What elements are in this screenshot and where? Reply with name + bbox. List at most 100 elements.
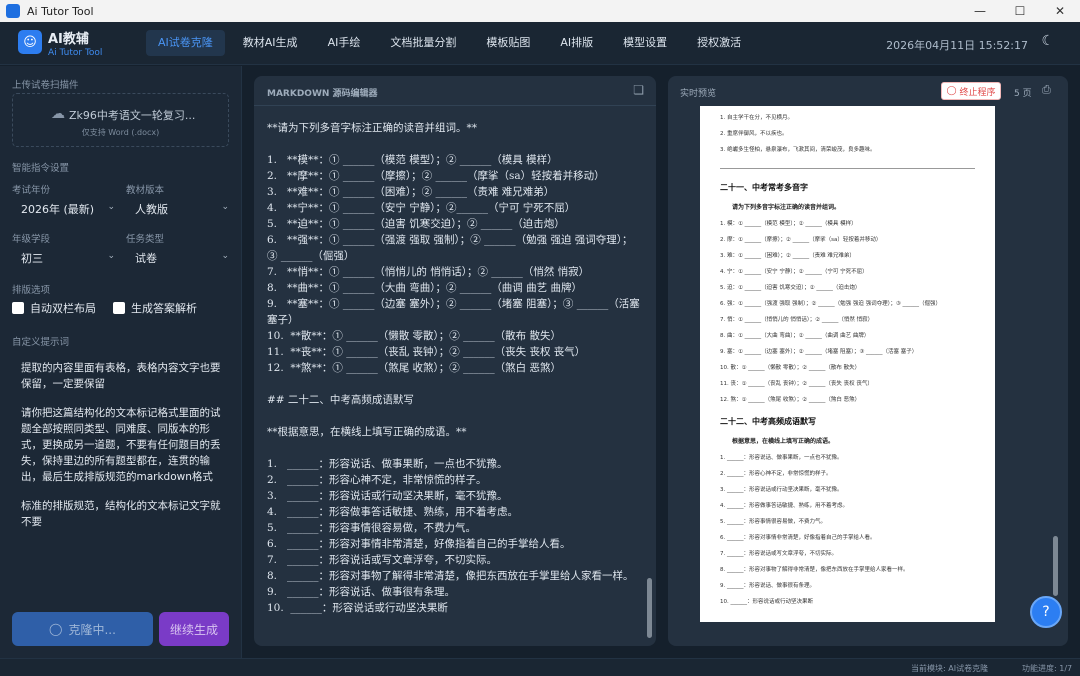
prompt-paragraph: 标准的排版规范，结构化的文本标记文字就不要 — [21, 500, 221, 528]
upload-filename: Zk96中考语文一轮复习... — [69, 109, 196, 122]
current-module: 当前模块: AI试卷克隆 — [911, 664, 989, 673]
two-column-checkbox[interactable]: 自动双栏布局 — [12, 300, 96, 316]
page-line: 10. ______：形容说话或行动坚决果断 — [720, 599, 813, 605]
page-line: 3. 绝巘多生怪柏，悬泉瀑布，飞漱其间，清荣峻茂，良多趣味。 — [720, 147, 876, 153]
answer-analysis-checkbox[interactable]: 生成答案解析 — [113, 300, 197, 316]
task-select[interactable]: 试卷 ⌄ — [135, 250, 229, 266]
upload-icon: ☁ — [51, 106, 65, 122]
editor-content[interactable]: **请为下列多音字标注正确的读音并组词。** 1. **模**：① ______（… — [267, 120, 643, 616]
editor-line: 4. **宁**：① ______（安宁 宁静）；②______（宁可 宁死不屈… — [267, 202, 576, 214]
editor-line: 9. ______：形容说话、做事很有条理。 — [267, 586, 456, 598]
clock: 2026年04月11日 15:52:17 — [886, 39, 1028, 52]
answer-analysis-label: 生成答案解析 — [131, 302, 197, 315]
markdown-editor[interactable]: MARKDOWN 源码编辑器 ❏ **请为下列多音字标注正确的读音并组词。** 1… — [254, 76, 656, 646]
nav-item[interactable]: 教材AI生成 — [231, 30, 310, 56]
continue-button-label: 继续生成 — [169, 622, 218, 637]
window-titlebar: Ai Tutor Tool — ☐ ✕ — [0, 0, 1080, 22]
page-line: 5. ______：形容事情很容易做，不费力气。 — [720, 519, 826, 525]
spinner-icon: ◯ — [49, 622, 63, 636]
app-header: ☺ AI教辅 Ai Tutor Tool AI试卷克隆 教材AI生成 AI手绘 文档批… — [0, 22, 1080, 65]
theme-moon-icon[interactable]: ☾ — [1041, 33, 1054, 49]
page-line: 8. 曲：① ______（大曲 弯曲）；② ______（曲调 曲艺 曲牌） — [720, 333, 870, 339]
nav-item[interactable]: 授权激活 — [685, 30, 753, 56]
close-icon[interactable]: ✕ — [1040, 0, 1080, 22]
feature-progress: 功能进度: 1/7 — [1022, 664, 1073, 673]
continue-button[interactable]: 继续生成 — [159, 612, 229, 646]
preview-title: 实时预览 — [680, 89, 717, 99]
page-line: 2. 重席伴御风，不以疾也。 — [720, 131, 788, 137]
page-line: 6. ______：形容对事情非常清楚，好像指着自己的手掌给人看。 — [720, 535, 876, 541]
editor-scroll-thumb[interactable] — [647, 578, 652, 638]
chevron-down-icon: ⌄ — [221, 202, 229, 212]
year-value: 2026年 (最新) — [21, 203, 95, 216]
year-select[interactable]: 2026年 (最新) ⌄ — [21, 201, 115, 217]
page-line: 8. ______：形容对事物了解得非常清楚，像把东西放在手掌里给人家看一样。 — [720, 567, 909, 573]
top-nav: AI试卷克隆 教材AI生成 AI手绘 文档批量分割 模板贴图 AI排版 模型设置 授权激活 — [146, 30, 759, 56]
layout-options-label: 排版选项 — [12, 285, 51, 296]
editor-line: 1. ______：形容说话、做事果断，一点也不犹豫。 — [267, 458, 508, 470]
chevron-down-icon: ⌄ — [107, 202, 115, 212]
page-line: 3. 难：① ______（困难）；② ______（责难 难兄难弟） — [720, 253, 855, 259]
edition-select[interactable]: 人教版 ⌄ — [135, 201, 229, 217]
smart-settings-label: 智能指令设置 — [12, 163, 70, 174]
editor-line: 4. ______：形容做事答话敏捷、熟练，用不着考虑。 — [267, 506, 519, 518]
nav-item[interactable]: AI排版 — [548, 30, 605, 56]
upload-label: 上传试卷扫描件 — [12, 80, 79, 91]
page-line: 11. 丧：① ______（丧乱 丧钟）；② ______（丧失 丧权 丧气） — [720, 381, 873, 387]
nav-item[interactable]: 模板贴图 — [474, 30, 542, 56]
chevron-down-icon: ⌄ — [221, 251, 229, 261]
clone-button[interactable]: ◯ 克隆中... — [12, 612, 153, 646]
editor-header: MARKDOWN 源码编辑器 ❏ — [254, 76, 656, 106]
page-line: 2. ______：形容心神不定，非常惊慌的样子。 — [720, 471, 832, 477]
live-preview: 实时预览 ◯ 终止程序 5 页 ⎙ 1. 自主学干在分，不见横月。 2. 重席伴御… — [668, 76, 1068, 646]
editor-line: 5. **迫**：① ______（迫害 饥寒交迫）；② ______（迫击炮） — [267, 218, 565, 230]
preview-page: 1. 自主学干在分，不见横月。 2. 重席伴御风，不以疾也。 3. 绝巘多生怪柏，悬… — [700, 106, 995, 622]
checkbox-box — [12, 302, 24, 314]
page-line: 9. 塞：① ______（边塞 塞外）；② ______（堵塞 阻塞）；③ _… — [720, 349, 918, 355]
page-line: 2. 摩：① ______（摩擦）；② ______（摩挲（sa）轻按着并移动） — [720, 237, 882, 243]
brand-sub: Ai Tutor Tool — [48, 48, 103, 58]
editor-title: MARKDOWN 源码编辑器 — [267, 89, 378, 99]
stop-button[interactable]: ◯ 终止程序 — [941, 82, 1001, 100]
nav-item[interactable]: AI手绘 — [316, 30, 373, 56]
preview-scroll-thumb[interactable] — [1053, 536, 1058, 596]
editor-scrollbar[interactable] — [647, 112, 652, 640]
page-count: 5 页 — [1014, 89, 1032, 99]
task-value: 试卷 — [135, 252, 157, 265]
upload-dropzone[interactable]: ☁ Zk96中考语文一轮复习... 仅支持 Word (.docx) — [12, 93, 229, 147]
brand-name: AI教辅 — [48, 32, 89, 47]
grade-select[interactable]: 初三 ⌄ — [21, 250, 115, 266]
edition-label: 教材版本 — [126, 185, 165, 196]
help-icon[interactable]: ? — [1030, 596, 1062, 628]
page-line: 10. 散：① ______（懒散 零散）；② ______（散布 散失） — [720, 365, 861, 371]
custom-prompt-textarea[interactable]: 提取的内容里面有表格，表格内容文字也要保留，一定要保留 请你把这篇结构化的文本标… — [21, 360, 221, 543]
editor-line: 6. **强**：① ______（强渡 强取 强制）；② ______（勉强 … — [267, 234, 633, 262]
page-line: 4. 宁：① ______（安宁 宁静）；② ______（宁可 宁死不屈） — [720, 269, 868, 275]
editor-line: 5. ______：形容事情很容易做，不费力气。 — [267, 522, 477, 534]
nav-item[interactable]: 模型设置 — [611, 30, 679, 56]
sidebar: 上传试卷扫描件 ☁ Zk96中考语文一轮复习... 仅支持 Word (.doc… — [0, 66, 242, 658]
editor-line: **根据意思，在横线上填写正确的成语。** — [267, 426, 467, 438]
page-line: 9. ______：形容说话、做事很有条理。 — [720, 583, 815, 589]
prompt-paragraph: 提取的内容里面有表格，表格内容文字也要保留，一定要保留 — [21, 362, 221, 390]
prompt-paragraph: 请你把这篇结构化的文本标记格式里面的试题全部按照同类型、同难度、同版本的形式，更… — [21, 407, 221, 483]
clone-button-label: 克隆中... — [68, 622, 116, 637]
editor-line: 6. ______：形容对事情非常清楚，好像指着自己的手掌给人看。 — [267, 538, 571, 550]
year-label: 考试年份 — [12, 185, 51, 196]
print-icon[interactable]: ⎙ — [1042, 83, 1051, 97]
page-line: 请为下列多音字标注正确的读音并组词。 — [732, 204, 841, 211]
page-line: 5. 迫：① ______（迫害 饥寒交迫）；② ______（迫击炮） — [720, 285, 861, 291]
maximize-icon[interactable]: ☐ — [1000, 0, 1040, 22]
page-heading: 二十一、中考常考多音字 — [720, 183, 808, 192]
task-label: 任务类型 — [126, 234, 165, 245]
copy-icon[interactable]: ❏ — [633, 83, 644, 97]
app-icon — [6, 4, 20, 18]
minimize-icon[interactable]: — — [960, 0, 1000, 22]
editor-line: **请为下列多音字标注正确的读音并组词。** — [267, 122, 477, 134]
window-title: Ai Tutor Tool — [27, 4, 94, 18]
nav-item[interactable]: 文档批量分割 — [378, 30, 468, 56]
edition-value: 人教版 — [135, 203, 168, 216]
nav-item[interactable]: AI试卷克隆 — [146, 30, 225, 56]
editor-line: 2. **摩**：① ______（摩擦）；② ______（摩挲（sa）轻按着… — [267, 170, 605, 182]
